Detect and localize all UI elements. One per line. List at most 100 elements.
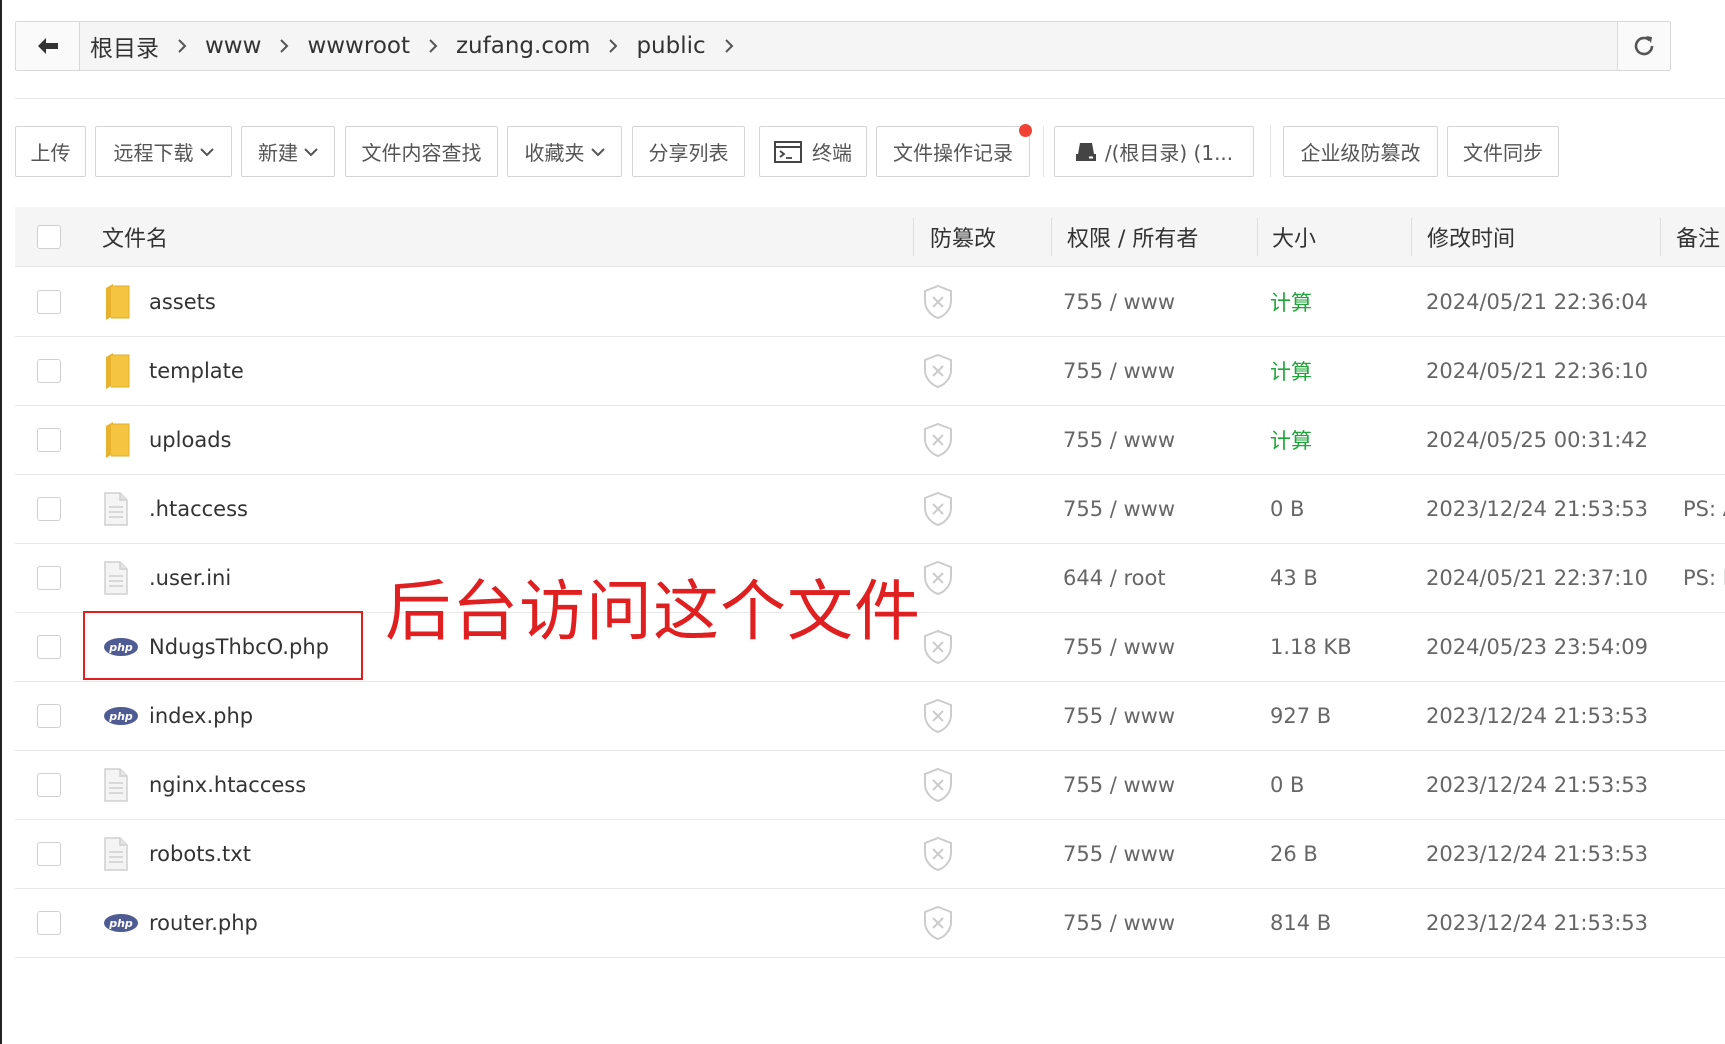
- header-note[interactable]: 备注: [1676, 207, 1720, 267]
- row-checkbox[interactable]: [37, 497, 61, 521]
- table-row[interactable]: template 755 / www 计算 2024/05/21 22:36:10: [15, 337, 1725, 406]
- content-search-button[interactable]: 文件内容查找: [345, 126, 498, 177]
- chevron-right-icon: [279, 39, 289, 53]
- new-button[interactable]: 新建: [241, 126, 335, 177]
- file-permission[interactable]: 755 / www: [1063, 406, 1175, 474]
- file-permission[interactable]: 755 / www: [1063, 889, 1175, 957]
- table-row[interactable]: assets 755 / www 计算 2024/05/21 22:36:04: [15, 268, 1725, 337]
- file-mtime: 2024/05/21 22:36:04: [1426, 290, 1649, 314]
- window-edge: [0, 0, 2, 1044]
- row-checkbox[interactable]: [37, 911, 61, 935]
- file-name[interactable]: .user.ini: [149, 544, 231, 612]
- column-separator: [1660, 218, 1661, 256]
- favorites-button[interactable]: 收藏夹: [507, 126, 622, 177]
- breadcrumb-item-public[interactable]: public: [636, 33, 705, 59]
- file-size[interactable]: 计算: [1270, 406, 1312, 474]
- row-checkbox[interactable]: [37, 704, 61, 728]
- refresh-icon: [1634, 36, 1654, 56]
- folder-icon: [103, 268, 131, 336]
- breadcrumb-item-www[interactable]: www: [205, 33, 261, 59]
- column-separator: [1411, 218, 1412, 256]
- address-bar: 根目录 www wwwroot zufang.com public: [15, 21, 1671, 71]
- file-size: 0 B: [1270, 773, 1305, 797]
- file-name[interactable]: nginx.htaccess: [149, 751, 306, 819]
- folder-icon: [103, 337, 131, 405]
- header-name[interactable]: 文件名: [102, 207, 168, 267]
- file-note[interactable]: PS: F: [1683, 544, 1725, 612]
- table-row[interactable]: .htaccess 755 / www 0 B 2023/12/24 21:53:53…: [15, 475, 1725, 544]
- upload-button[interactable]: 上传: [15, 126, 86, 177]
- file-name[interactable]: router.php: [149, 889, 258, 957]
- breadcrumb-item-root[interactable]: 根目录: [90, 29, 159, 63]
- shield-off-icon[interactable]: [922, 337, 954, 405]
- row-checkbox[interactable]: [37, 566, 61, 590]
- file-mtime: 2023/12/24 21:53:53: [1426, 842, 1649, 866]
- php-file-icon: php: [103, 889, 139, 957]
- favorites-label: 收藏夹: [524, 141, 585, 165]
- refresh-button[interactable]: [1617, 22, 1670, 70]
- row-checkbox[interactable]: [37, 635, 61, 659]
- file-mtime: 2024/05/25 00:31:42: [1426, 428, 1649, 452]
- table-row[interactable]: php router.php 755 / www 814 B 2023/12/24 21…: [15, 889, 1725, 958]
- shield-off-icon[interactable]: [922, 820, 954, 888]
- file-mtime: 2024/05/21 22:37:10: [1426, 566, 1649, 590]
- terminal-button[interactable]: 终端: [759, 126, 867, 177]
- shield-off-icon[interactable]: [922, 751, 954, 819]
- row-checkbox[interactable]: [37, 842, 61, 866]
- shield-off-icon[interactable]: [922, 268, 954, 336]
- file-name[interactable]: template: [149, 337, 244, 405]
- file-name[interactable]: assets: [149, 268, 216, 336]
- header-tamper[interactable]: 防篡改: [930, 207, 996, 267]
- shield-off-icon[interactable]: [922, 544, 954, 612]
- file-permission[interactable]: 755 / www: [1063, 751, 1175, 819]
- file-permission[interactable]: 644 / root: [1063, 544, 1166, 612]
- table-row[interactable]: php index.php 755 / www 927 B 2023/12/24 21:…: [15, 682, 1725, 751]
- row-checkbox[interactable]: [37, 290, 61, 314]
- shield-off-icon[interactable]: [922, 682, 954, 750]
- share-list-button[interactable]: 分享列表: [632, 126, 745, 177]
- file-note[interactable]: PS: A: [1683, 475, 1725, 543]
- back-button[interactable]: [16, 22, 80, 70]
- table-row[interactable]: uploads 755 / www 计算 2024/05/25 00:31:42: [15, 406, 1725, 475]
- disk-selector-button[interactable]: /(根目录) (1...: [1054, 126, 1254, 177]
- file-name[interactable]: index.php: [149, 682, 253, 750]
- shield-off-icon[interactable]: [922, 475, 954, 543]
- header-permission[interactable]: 权限 / 所有者: [1067, 207, 1198, 267]
- table-row[interactable]: robots.txt 755 / www 26 B 2023/12/24 21:53:…: [15, 820, 1725, 889]
- chevron-down-icon: [199, 147, 214, 157]
- breadcrumb-item-site[interactable]: zufang.com: [456, 33, 590, 59]
- shield-off-icon[interactable]: [922, 613, 954, 681]
- breadcrumb-item-wwwroot[interactable]: wwwroot: [307, 33, 410, 59]
- column-separator: [913, 218, 914, 256]
- tamper-proof-button[interactable]: 企业级防篡改: [1283, 126, 1438, 177]
- file-mtime: 2024/05/23 23:54:09: [1426, 635, 1649, 659]
- file-size[interactable]: 计算: [1270, 337, 1312, 405]
- operation-log-button[interactable]: 文件操作记录: [876, 126, 1030, 177]
- file-permission[interactable]: 755 / www: [1063, 613, 1175, 681]
- file-permission[interactable]: 755 / www: [1063, 337, 1175, 405]
- file-name[interactable]: robots.txt: [149, 820, 251, 888]
- select-all-checkbox[interactable]: [37, 225, 61, 249]
- remote-download-label: 远程下载: [113, 141, 194, 165]
- file-permission[interactable]: 755 / www: [1063, 268, 1175, 336]
- file-size[interactable]: 计算: [1270, 268, 1312, 336]
- row-checkbox[interactable]: [37, 359, 61, 383]
- shield-off-icon[interactable]: [922, 889, 954, 957]
- chevron-right-icon: [724, 39, 734, 53]
- new-label: 新建: [258, 141, 298, 165]
- chevron-right-icon: [428, 39, 438, 53]
- header-mtime[interactable]: 修改时间: [1427, 207, 1515, 267]
- file-sync-button[interactable]: 文件同步: [1447, 126, 1559, 177]
- remote-download-button[interactable]: 远程下载: [95, 126, 232, 177]
- row-checkbox[interactable]: [37, 428, 61, 452]
- shield-off-icon[interactable]: [922, 406, 954, 474]
- file-name[interactable]: uploads: [149, 406, 231, 474]
- file-name[interactable]: .htaccess: [149, 475, 248, 543]
- table-row[interactable]: nginx.htaccess 755 / www 0 B 2023/12/24 21:…: [15, 751, 1725, 820]
- file-permission[interactable]: 755 / www: [1063, 820, 1175, 888]
- file-permission[interactable]: 755 / www: [1063, 475, 1175, 543]
- text-file-icon: [103, 475, 129, 543]
- file-permission[interactable]: 755 / www: [1063, 682, 1175, 750]
- header-size[interactable]: 大小: [1272, 207, 1316, 267]
- row-checkbox[interactable]: [37, 773, 61, 797]
